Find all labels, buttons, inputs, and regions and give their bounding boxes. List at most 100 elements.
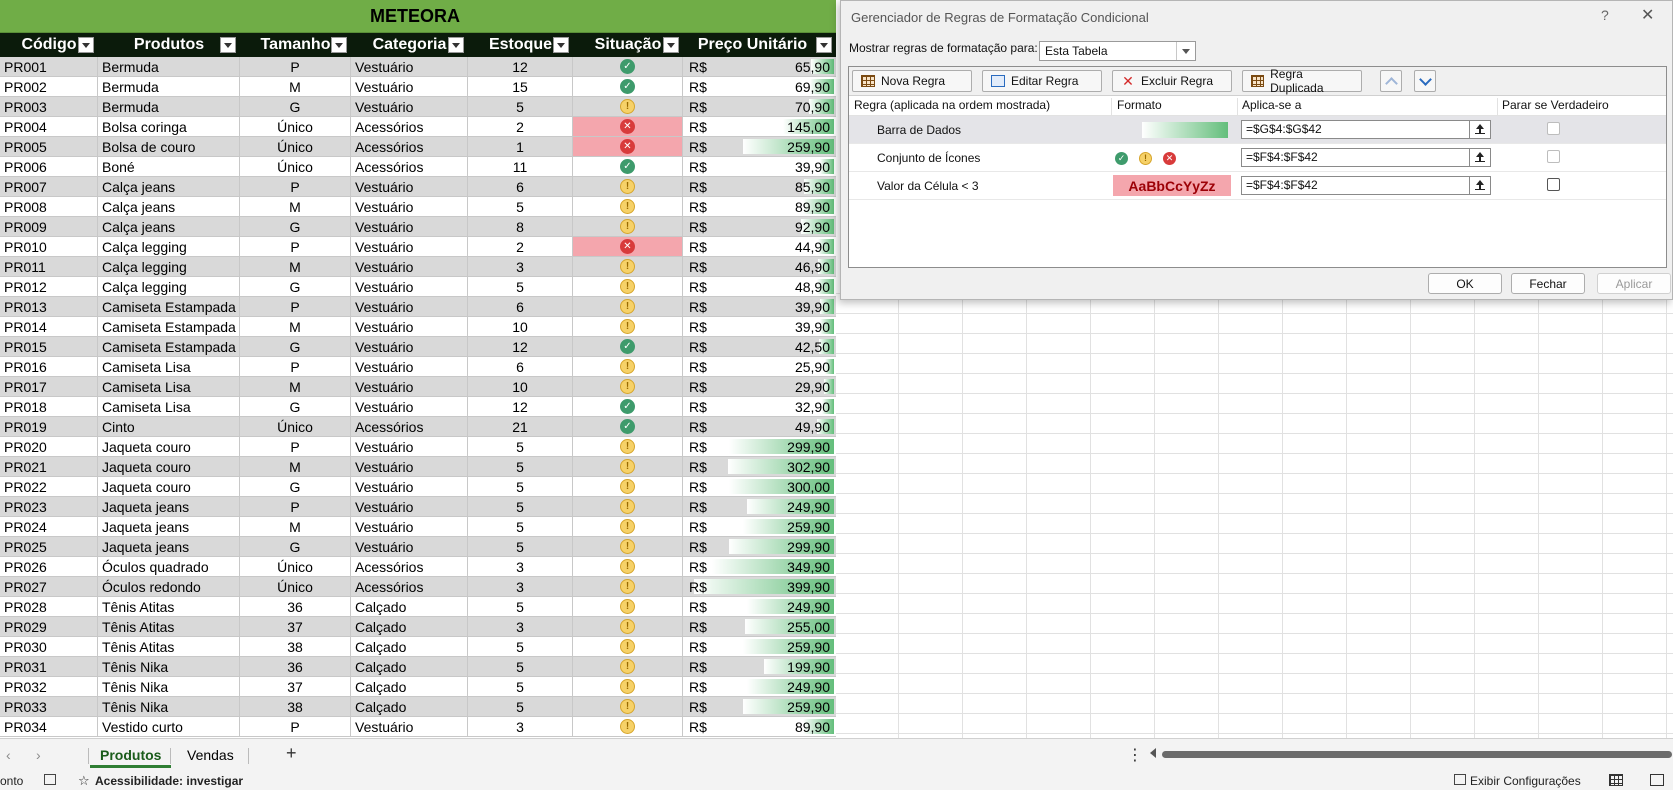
cell-categoria[interactable]: Vestuário: [351, 717, 468, 736]
table-row[interactable]: PR003 Bermuda G Vestuário 5! R$ 70,90: [0, 97, 836, 117]
cell-categoria[interactable]: Acessórios: [351, 577, 468, 596]
accessibility-status[interactable]: Acessibilidade: investigar: [95, 774, 243, 788]
cell-situacao[interactable]: !: [573, 697, 683, 716]
cell-estoque[interactable]: 3: [468, 557, 573, 576]
cell-situacao[interactable]: ✕: [573, 137, 683, 156]
cell-codigo[interactable]: PR008: [0, 197, 98, 216]
cell-produto[interactable]: Tênis Atitas: [98, 617, 240, 636]
cell-codigo[interactable]: PR005: [0, 137, 98, 156]
table-row[interactable]: PR017 Camiseta Lisa M Vestuário 10! R$ 29,90: [0, 377, 836, 397]
display-settings-link[interactable]: Exibir Configurações: [1470, 774, 1581, 788]
cell-codigo[interactable]: PR003: [0, 97, 98, 116]
table-row[interactable]: PR006 Boné Único Acessórios 11 ✓ R$ 39,90: [0, 157, 836, 177]
cell-produto[interactable]: Calça jeans: [98, 177, 240, 196]
page-layout-view-icon[interactable]: [1650, 774, 1664, 786]
cell-estoque[interactable]: 3: [468, 717, 573, 736]
rule-row-cell-value[interactable]: Valor da Célula < 3 AaBbCcYyZz =$F$4:$F$…: [849, 172, 1666, 200]
cell-produto[interactable]: Tênis Nika: [98, 697, 240, 716]
table-row[interactable]: PR014 Camiseta Estampada M Vestuário 10! R$ 39…: [0, 317, 836, 337]
cell-produto[interactable]: Bermuda: [98, 57, 240, 76]
cell-preco[interactable]: R$ 89,90: [683, 717, 836, 736]
cell-codigo[interactable]: PR026: [0, 557, 98, 576]
prev-sheet-icon[interactable]: ‹: [6, 747, 11, 763]
cell-preco[interactable]: R$ 255,00: [683, 617, 836, 636]
accessibility-icon[interactable]: ☆: [78, 773, 90, 789]
cell-estoque[interactable]: 5: [468, 197, 573, 216]
cell-situacao[interactable]: !: [573, 517, 683, 536]
cell-situacao[interactable]: !: [573, 377, 683, 396]
cell-preco[interactable]: R$ 32,90: [683, 397, 836, 416]
cell-produto[interactable]: Óculos redondo: [98, 577, 240, 596]
header-situacao[interactable]: Situação: [573, 33, 683, 57]
duplicate-rule-button[interactable]: Regra Duplicada: [1242, 67, 1362, 95]
cell-tamanho[interactable]: 38: [240, 697, 351, 716]
cell-estoque[interactable]: 12: [468, 57, 573, 76]
cell-produto[interactable]: Jaqueta couro: [98, 457, 240, 476]
cell-estoque[interactable]: 6: [468, 297, 573, 316]
cell-preco[interactable]: R$ 259,90: [683, 137, 836, 156]
cell-estoque[interactable]: 2: [468, 237, 573, 256]
cell-produto[interactable]: Bermuda: [98, 77, 240, 96]
filter-dropdown-icon[interactable]: [78, 37, 94, 53]
cell-situacao[interactable]: !: [573, 617, 683, 636]
tab-produtos[interactable]: Produtos: [90, 745, 172, 768]
cell-situacao[interactable]: !: [573, 477, 683, 496]
table-row[interactable]: PR012 Calça legging G Vestuário 5! R$ 48,90: [0, 277, 836, 297]
cell-tamanho[interactable]: Único: [240, 577, 351, 596]
cell-codigo[interactable]: PR024: [0, 517, 98, 536]
cell-situacao[interactable]: ✕: [573, 237, 683, 256]
cell-estoque[interactable]: 1: [468, 137, 573, 156]
cell-situacao[interactable]: !: [573, 597, 683, 616]
cell-categoria[interactable]: Vestuário: [351, 197, 468, 216]
cell-tamanho[interactable]: G: [240, 477, 351, 496]
cell-categoria[interactable]: Vestuário: [351, 217, 468, 236]
cell-tamanho[interactable]: P: [240, 497, 351, 516]
cell-preco[interactable]: R$ 39,90: [683, 157, 836, 176]
cell-situacao[interactable]: !: [573, 217, 683, 236]
table-row[interactable]: PR027 Óculos redondo Único Acessórios 3! R$ 39…: [0, 577, 836, 597]
collapse-range-icon[interactable]: [1469, 121, 1490, 138]
cell-codigo[interactable]: PR023: [0, 497, 98, 516]
collapse-range-icon[interactable]: [1469, 177, 1490, 194]
cell-codigo[interactable]: PR004: [0, 117, 98, 136]
cell-situacao[interactable]: !: [573, 177, 683, 196]
filter-dropdown-icon[interactable]: [663, 37, 679, 53]
cell-produto[interactable]: Bermuda: [98, 97, 240, 116]
cell-situacao[interactable]: !: [573, 297, 683, 316]
cell-tamanho[interactable]: G: [240, 397, 351, 416]
cell-categoria[interactable]: Vestuário: [351, 477, 468, 496]
cell-preco[interactable]: R$ 249,90: [683, 597, 836, 616]
cell-categoria[interactable]: Calçado: [351, 657, 468, 676]
cell-tamanho[interactable]: P: [240, 177, 351, 196]
next-sheet-icon[interactable]: ›: [36, 747, 41, 763]
filter-dropdown-icon[interactable]: [448, 37, 464, 53]
header-produtos[interactable]: Produtos: [98, 33, 240, 57]
stop-if-true-checkbox[interactable]: [1547, 150, 1560, 163]
cell-tamanho[interactable]: 36: [240, 597, 351, 616]
cell-produto[interactable]: Bolsa de couro: [98, 137, 240, 156]
cell-produto[interactable]: Tênis Atitas: [98, 597, 240, 616]
filter-dropdown-icon[interactable]: [331, 37, 347, 53]
cell-situacao[interactable]: !: [573, 497, 683, 516]
cell-categoria[interactable]: Calçado: [351, 677, 468, 696]
cell-codigo[interactable]: PR006: [0, 157, 98, 176]
cell-preco[interactable]: R$ 85,90: [683, 177, 836, 196]
table-row[interactable]: PR010 Calça legging P Vestuário 2 ✕ R$ 44,90: [0, 237, 836, 257]
applies-to-input[interactable]: =$G$4:$G$42: [1241, 120, 1491, 139]
cell-preco[interactable]: R$ 249,90: [683, 677, 836, 696]
cell-situacao[interactable]: !: [573, 557, 683, 576]
cell-preco[interactable]: R$ 69,90: [683, 77, 836, 96]
cell-categoria[interactable]: Calçado: [351, 617, 468, 636]
scroll-left-icon[interactable]: [1150, 748, 1156, 758]
cell-codigo[interactable]: PR032: [0, 677, 98, 696]
cell-tamanho[interactable]: G: [240, 97, 351, 116]
cell-estoque[interactable]: 5: [468, 537, 573, 556]
header-estoque[interactable]: Estoque: [468, 33, 573, 57]
cell-preco[interactable]: R$ 25,90: [683, 357, 836, 376]
filter-dropdown-icon[interactable]: [553, 37, 569, 53]
cell-situacao[interactable]: !: [573, 457, 683, 476]
cell-situacao[interactable]: !: [573, 437, 683, 456]
cell-preco[interactable]: R$ 300,00: [683, 477, 836, 496]
cell-estoque[interactable]: 10: [468, 377, 573, 396]
table-row[interactable]: PR029 Tênis Atitas 37 Calçado 3! R$ 255,00: [0, 617, 836, 637]
